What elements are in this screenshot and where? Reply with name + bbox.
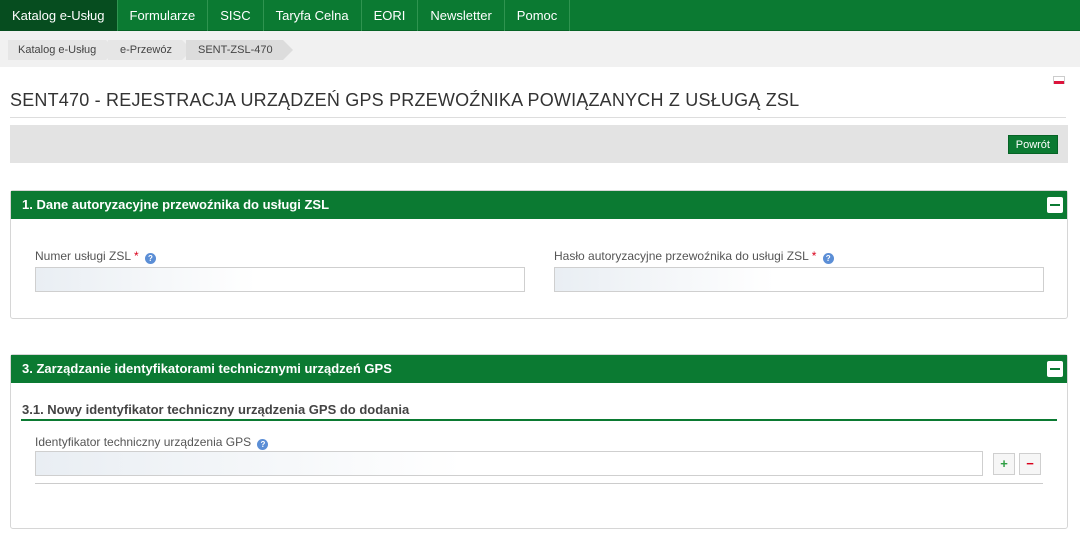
section-authorization-title: 1. Dane autoryzacyjne przewoźnika do usł… xyxy=(22,197,330,212)
remove-button[interactable]: − xyxy=(1019,453,1041,475)
breadcrumb: Katalog e-Usług e-Przewóz SENT-ZSL-470 xyxy=(0,31,1080,67)
gps-identifier-label: Identyfikator techniczny urządzenia GPS … xyxy=(35,435,269,450)
subsection-new-gps-title: 3.1. Nowy identyfikator techniczny urząd… xyxy=(21,402,1057,421)
add-button[interactable]: + xyxy=(993,453,1015,475)
section-authorization-panel: 1. Dane autoryzacyjne przewoźnika do usł… xyxy=(10,190,1068,319)
page-title: SENT470 - REJESTRACJA URZĄDZEŃ GPS PRZEW… xyxy=(10,90,1066,118)
nav-item-pomoc[interactable]: Pomoc xyxy=(505,0,571,31)
nav-item-taryfa[interactable]: Taryfa Celna xyxy=(264,0,362,31)
breadcrumb-item-current: SENT-ZSL-470 xyxy=(186,40,293,60)
zsl-number-input[interactable] xyxy=(35,267,525,292)
poland-flag-icon[interactable] xyxy=(1053,76,1065,84)
nav-item-formularze[interactable]: Formularze xyxy=(118,0,209,31)
collapse-icon[interactable] xyxy=(1047,361,1063,377)
nav-item-eori[interactable]: EORI xyxy=(362,0,419,31)
section-gps-panel: 3. Zarządzanie identyfikatorami technicz… xyxy=(10,354,1068,529)
collapse-icon[interactable] xyxy=(1047,197,1063,213)
divider xyxy=(35,483,1043,484)
toolbar: Powrót xyxy=(10,125,1068,163)
required-marker: * xyxy=(133,249,139,263)
breadcrumb-item-katalog[interactable]: Katalog e-Usług xyxy=(8,40,117,60)
zsl-number-label: Numer usługi ZSL * ? xyxy=(35,249,156,264)
help-icon[interactable]: ? xyxy=(257,439,269,450)
back-button[interactable]: Powrót xyxy=(1007,135,1058,154)
nav-item-newsletter[interactable]: Newsletter xyxy=(418,0,505,31)
section-gps-title: 3. Zarządzanie identyfikatorami technicz… xyxy=(22,361,392,376)
gps-identifier-input[interactable] xyxy=(35,451,983,476)
breadcrumb-item-eprzewoz[interactable]: e-Przewóz xyxy=(108,40,192,60)
top-navigation: Katalog e-Usług Formularze SISC Taryfa C… xyxy=(0,0,1080,31)
required-marker: * xyxy=(811,249,817,263)
section-gps-header: 3. Zarządzanie identyfikatorami technicz… xyxy=(11,355,1067,383)
help-icon[interactable]: ? xyxy=(822,253,834,264)
carrier-password-input[interactable] xyxy=(554,267,1044,292)
nav-item-katalog[interactable]: Katalog e-Usług xyxy=(0,0,118,31)
carrier-password-label: Hasło autoryzacyjne przewoźnika do usług… xyxy=(554,249,834,264)
nav-item-sisc[interactable]: SISC xyxy=(208,0,264,31)
section-authorization-header: 1. Dane autoryzacyjne przewoźnika do usł… xyxy=(11,191,1067,219)
help-icon[interactable]: ? xyxy=(144,253,156,264)
